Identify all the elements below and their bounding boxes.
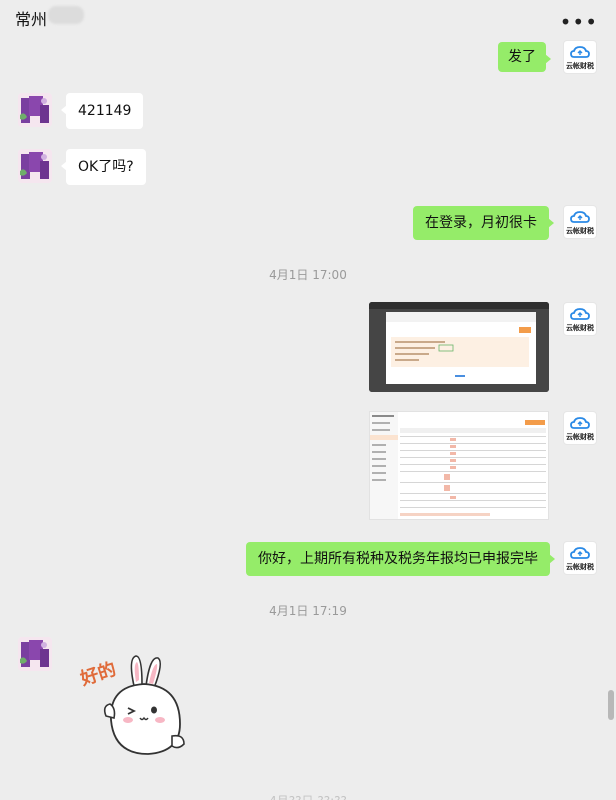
my-avatar[interactable]: 云帐财税 <box>563 205 597 239</box>
contact-avatar-image <box>18 637 52 671</box>
message-bubble-outgoing[interactable]: 发了 <box>498 42 551 72</box>
my-avatar[interactable]: 云帐财税 <box>563 302 597 336</box>
message-text: 发了 <box>508 49 536 65</box>
brand-name: 云帐财税 <box>566 61 594 70</box>
brand-name: 云帐财税 <box>566 432 594 441</box>
message-timestamp: 4月1日 17:00 <box>269 268 347 282</box>
contact-avatar-image <box>18 149 52 183</box>
bunny-sticker[interactable]: 好的 <box>76 650 191 765</box>
message-timestamp: 4月1日 17:19 <box>269 604 347 618</box>
cloud-logo-icon <box>570 211 590 223</box>
my-avatar[interactable]: 云帐财税 <box>563 40 597 74</box>
contact-avatar[interactable] <box>18 149 52 183</box>
chat-title: 常州 <box>15 10 48 29</box>
message-text: OK了吗? <box>78 159 134 175</box>
brand-name: 云帐财税 <box>566 562 594 571</box>
message-bubble-incoming[interactable]: OK了吗? <box>61 149 146 185</box>
contact-avatar[interactable] <box>18 637 52 671</box>
cloud-logo-icon <box>570 46 590 58</box>
message-bubble-outgoing[interactable]: 你好，上期所有税种及税务年报均已申报完毕 <box>246 542 555 576</box>
image-thumbnail <box>370 412 548 519</box>
cloud-logo-icon <box>570 417 590 429</box>
message-text: 421149 <box>78 103 132 119</box>
image-message[interactable] <box>369 411 549 520</box>
contact-avatar-image <box>18 93 52 127</box>
cloud-logo-icon <box>570 308 590 320</box>
title-redaction <box>48 6 84 24</box>
brand-name: 云帐财税 <box>566 323 594 332</box>
message-text: 你好，上期所有税种及税务年报均已申报完毕 <box>258 551 538 567</box>
image-thumbnail <box>369 302 549 392</box>
message-bubble-outgoing[interactable]: 在登录，月初很卡 <box>413 206 554 240</box>
message-text: 在登录，月初很卡 <box>425 215 537 231</box>
image-message[interactable] <box>369 302 549 392</box>
chat-header: 常州 ••• <box>0 0 616 40</box>
partial-timestamp: 4月??日 ??:?? <box>0 792 616 800</box>
scrollbar-thumb[interactable] <box>608 690 614 720</box>
more-options-icon[interactable]: ••• <box>560 10 598 34</box>
my-avatar[interactable]: 云帐财税 <box>563 541 597 575</box>
brand-name: 云帐财税 <box>566 226 594 235</box>
my-avatar[interactable]: 云帐财税 <box>563 411 597 445</box>
message-bubble-incoming[interactable]: 421149 <box>60 93 144 129</box>
contact-avatar[interactable] <box>18 93 52 127</box>
chat-window: 常州 ••• 发了 云帐财税 421149 OK了吗? 在登录，月初很卡 云帐财… <box>0 0 616 800</box>
cloud-logo-icon <box>570 547 590 559</box>
